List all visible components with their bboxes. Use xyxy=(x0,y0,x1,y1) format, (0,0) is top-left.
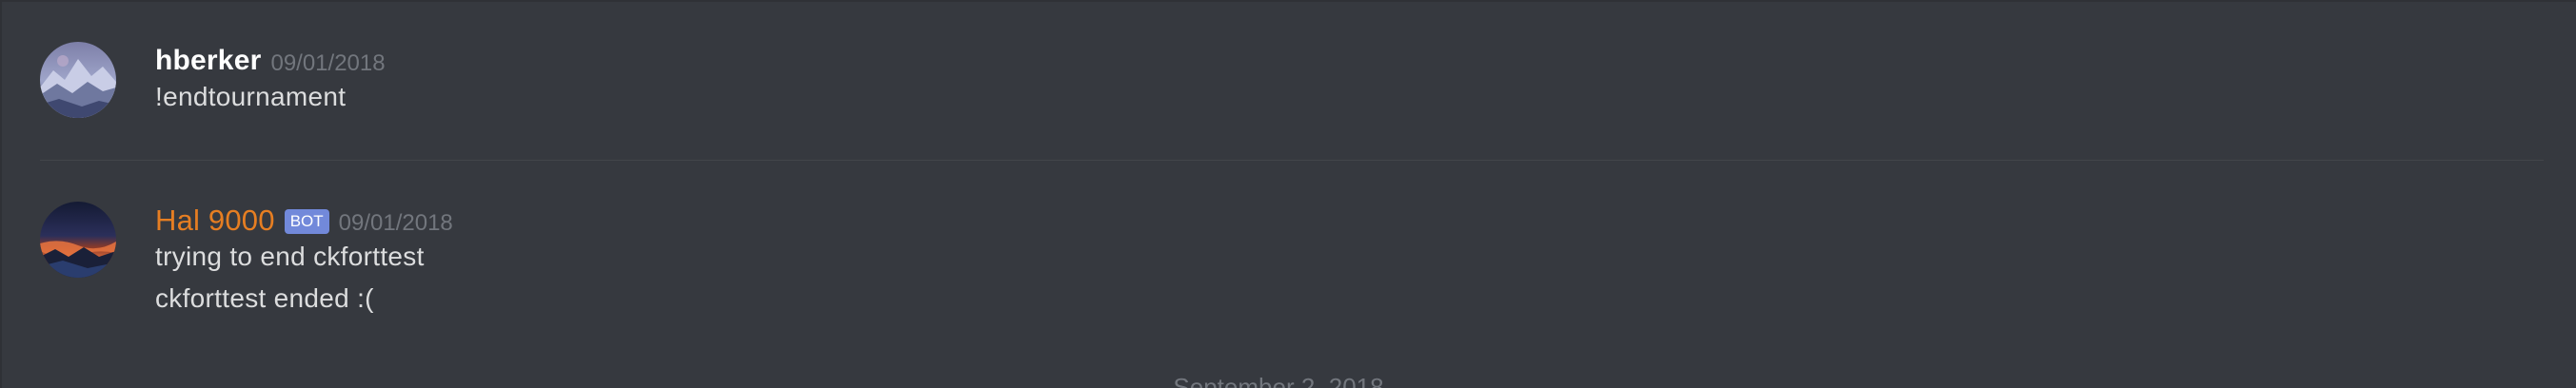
date-divider: September 2, 2018 xyxy=(0,373,2576,388)
message-text: !endtournament xyxy=(155,82,347,111)
message-divider xyxy=(40,160,2544,161)
date-divider-label: September 2, 2018 xyxy=(1173,373,1384,388)
message-header: Hal 9000 BOT 09/01/2018 xyxy=(155,202,453,240)
timestamp: 09/01/2018 xyxy=(338,210,453,236)
top-border xyxy=(0,0,2576,2)
landscape-avatar-icon xyxy=(40,42,116,118)
user-avatar[interactable] xyxy=(40,42,116,118)
sunset-avatar-icon xyxy=(40,202,116,278)
bot-avatar[interactable] xyxy=(40,202,116,278)
message-group: hberker 09/01/2018 !endtournament xyxy=(40,42,2544,137)
message-text: trying to end ckforttest xyxy=(155,242,425,271)
left-border xyxy=(0,0,2,388)
username[interactable]: hberker xyxy=(155,45,261,77)
message-text: ckforttest ended :( xyxy=(155,283,374,313)
message-header: hberker 09/01/2018 xyxy=(155,42,386,80)
message-group: Hal 9000 BOT 09/01/2018 trying to end ck… xyxy=(40,202,2544,344)
bot-tag-badge: BOT xyxy=(284,209,329,234)
timestamp: 09/01/2018 xyxy=(270,50,386,76)
bot-username[interactable]: Hal 9000 xyxy=(155,204,275,238)
